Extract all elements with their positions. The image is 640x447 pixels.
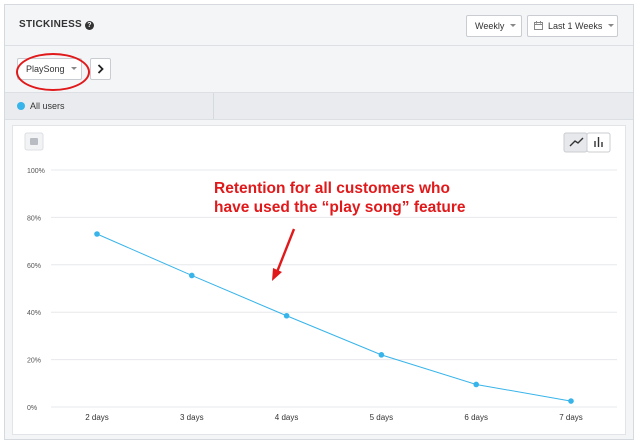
- annotation-line-2: have used the “play song” feature: [214, 199, 466, 216]
- series-line: [96, 233, 572, 402]
- y-tick-label: 100%: [27, 168, 45, 175]
- data-point[interactable]: [283, 312, 290, 319]
- interval-select-label: Weekly: [475, 21, 505, 31]
- x-axis-labels: 2 days 3 days 4 days 5 days 6 days 7 days: [85, 413, 583, 422]
- chevron-down-icon: [608, 24, 615, 27]
- export-button[interactable]: [24, 132, 44, 151]
- y-tick-label: 20%: [27, 358, 41, 365]
- next-button[interactable]: [90, 58, 111, 80]
- chevron-right-icon: [97, 64, 104, 74]
- panel-header: STICKINESS? Weekly Last 1 Weeks: [5, 5, 633, 46]
- x-tick-label: 7 days: [559, 413, 583, 422]
- x-tick-label: 6 days: [464, 413, 488, 422]
- highlight-circle: [16, 53, 90, 91]
- annotation: Retention for all customers who have use…: [214, 180, 466, 281]
- page-title-text: STICKINESS: [19, 19, 83, 30]
- y-tick-label: 40%: [27, 310, 41, 317]
- y-tick-label: 80%: [27, 215, 41, 222]
- y-tick-label: 60%: [27, 263, 41, 270]
- x-tick-label: 2 days: [85, 413, 109, 422]
- date-range-label: Last 1 Weeks: [548, 21, 603, 31]
- series-color-dot: [17, 102, 25, 110]
- y-axis-labels: 0% 20% 40% 60% 80% 100%: [27, 168, 45, 412]
- data-point[interactable]: [378, 352, 385, 358]
- help-icon[interactable]: ?: [85, 21, 95, 30]
- y-tick-label: 0%: [27, 405, 37, 412]
- stickiness-chart: 0% 20% 40% 60% 80% 100% 2 days 3 days 4 days 5 d…: [24, 132, 617, 422]
- x-tick-label: 3 days: [180, 413, 204, 422]
- bar-chart-toggle[interactable]: [586, 132, 611, 153]
- calendar-icon: [534, 21, 543, 30]
- chevron-down-icon: [510, 24, 517, 27]
- data-point[interactable]: [568, 398, 574, 404]
- series-points: [94, 231, 574, 404]
- page-title: STICKINESS?: [19, 19, 95, 30]
- annotation-line-1: Retention for all customers who: [214, 180, 450, 197]
- x-tick-label: 4 days: [275, 413, 299, 422]
- annotation-arrowhead: [272, 268, 282, 281]
- date-range-select[interactable]: Last 1 Weeks: [527, 15, 618, 37]
- x-tick-label: 5 days: [370, 413, 394, 422]
- data-point[interactable]: [189, 272, 195, 279]
- chart-panel: 0% 20% 40% 60% 80% 100% 2 days 3 days 4 days 5 d…: [12, 125, 626, 435]
- stickiness-panel: STICKINESS? Weekly Last 1 Weeks PlaySong…: [4, 4, 634, 440]
- line-chart-toggle[interactable]: [563, 132, 588, 153]
- camera-icon: [30, 138, 38, 145]
- data-point[interactable]: [94, 231, 100, 237]
- annotation-arrow: [275, 228, 296, 273]
- series-label[interactable]: All users: [30, 101, 65, 111]
- event-toolbar: PlaySong: [5, 46, 633, 93]
- data-point[interactable]: [473, 381, 480, 388]
- interval-select[interactable]: Weekly: [466, 15, 522, 37]
- series-legend-bar: All users: [5, 93, 633, 120]
- divider: [213, 93, 214, 119]
